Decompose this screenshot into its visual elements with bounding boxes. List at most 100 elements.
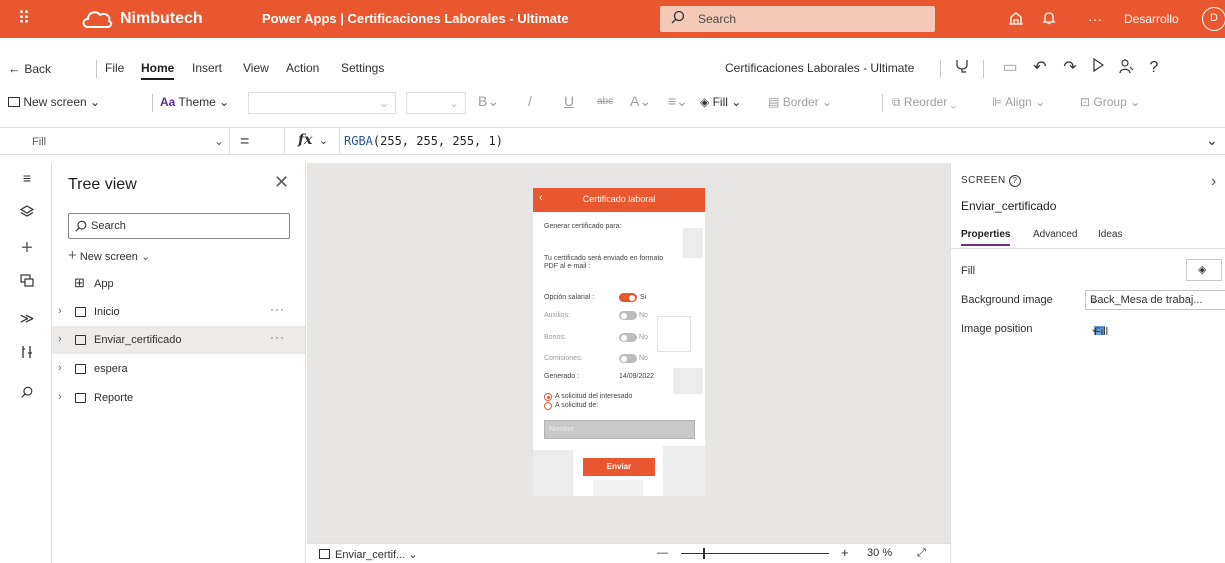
comments-icon[interactable]: ▭ <box>1000 58 1020 78</box>
redo-icon[interactable]: ↷ <box>1060 58 1080 78</box>
zoom-out-button[interactable]: — <box>657 547 668 559</box>
tree-view-layers-icon[interactable] <box>18 205 36 223</box>
comisiones-toggle[interactable] <box>619 354 637 363</box>
close-icon[interactable]: ✕ <box>274 172 289 193</box>
control-name[interactable]: Enviar_certificado <box>961 199 1056 213</box>
text-align-icon[interactable]: ≡⌄ <box>668 93 688 110</box>
chevron-down-icon: ⌄ <box>731 95 742 109</box>
image-position-dropdown[interactable]: Fill ⌄ <box>1085 319 1225 339</box>
reorder-label: Reorder <box>903 95 948 109</box>
screen-preview[interactable]: ‹ Certificado laboral Generar certificad… <box>533 188 705 496</box>
global-search-input[interactable]: Search <box>660 6 935 32</box>
undo-icon[interactable]: ↶ <box>1030 58 1050 78</box>
underline-icon[interactable]: U <box>564 93 574 109</box>
search-icon[interactable] <box>18 385 36 403</box>
nombre-input[interactable]: Nombre <box>544 420 695 439</box>
tab-properties[interactable]: Properties <box>961 229 1011 246</box>
menu-view[interactable]: View <box>243 61 269 75</box>
align-button[interactable]: ⊫ Align ⌄ <box>992 95 1045 109</box>
font-color-icon[interactable]: A⌄ <box>630 93 651 110</box>
back-button[interactable]: ← Back <box>8 61 51 76</box>
environment-label[interactable]: Desarrollo <box>1124 12 1179 26</box>
screen-selector[interactable]: Enviar_certif... ⌄ <box>319 548 418 561</box>
advanced-tools-icon[interactable] <box>18 345 36 363</box>
share-user-icon[interactable] <box>1116 58 1136 78</box>
enviar-button[interactable]: Enviar <box>583 458 655 476</box>
nombre-placeholder: Nombre <box>549 426 574 433</box>
new-screen-button[interactable]: New screen ⌄ <box>8 95 100 109</box>
reorder-button[interactable]: ⧉ Reorder ⌄ <box>892 95 956 110</box>
tree-new-screen-button[interactable]: + New screen ⌄ <box>68 247 150 264</box>
strikethrough-icon[interactable]: abc <box>597 96 613 107</box>
chevron-right-icon[interactable]: › <box>1211 173 1216 191</box>
expand-formula-icon[interactable]: ⌄ <box>1206 132 1218 149</box>
more-options-icon[interactable]: ··· <box>1086 10 1104 28</box>
radio-interesado[interactable] <box>544 393 552 401</box>
bonos-toggle[interactable] <box>619 333 637 342</box>
design-canvas[interactable]: ‹ Certificado laboral Generar certificad… <box>307 163 950 543</box>
font-size-dropdown[interactable]: ⌄ <box>406 92 466 114</box>
bonos-toggle-value: No <box>639 334 648 341</box>
hamburger-menu-icon[interactable]: ≡ <box>18 169 36 187</box>
salary-toggle[interactable] <box>619 293 637 302</box>
tab-ideas[interactable]: Ideas <box>1098 229 1122 240</box>
data-sources-icon[interactable] <box>18 273 36 291</box>
tree-item-enviar-certificado[interactable]: › Enviar_certificado ··· <box>52 326 305 354</box>
tree-search-input[interactable]: Search <box>68 213 290 239</box>
bold-icon[interactable]: B⌄ <box>478 93 499 110</box>
app-checker-icon[interactable] <box>952 58 972 78</box>
zoom-in-button[interactable]: + <box>841 545 849 560</box>
auxilios-toggle[interactable] <box>619 311 637 320</box>
tree-item-app[interactable]: ⊞ App <box>52 270 305 298</box>
radio-interesado-label: A solicitud del interesado <box>555 393 633 400</box>
left-rail: ≡ + ≫ <box>0 163 52 563</box>
background-image-dropdown[interactable]: Back_Mesa de trabaj... ⌄ <box>1085 290 1225 310</box>
tree-item-espera[interactable]: › espera <box>52 355 305 383</box>
property-dropdown[interactable]: Fill ⌄ <box>0 128 230 155</box>
chevron-down-icon: ⌄ <box>1090 294 1100 306</box>
menu-home[interactable]: Home <box>141 61 175 80</box>
fill-button[interactable]: ◈ Fill ⌄ <box>700 95 741 109</box>
more-options-icon[interactable]: ··· <box>270 330 285 344</box>
notifications-icon[interactable] <box>1040 10 1058 28</box>
chevron-down-icon: ⌄ <box>448 96 459 110</box>
tab-advanced[interactable]: Advanced <box>1033 229 1077 240</box>
font-family-dropdown[interactable]: ⌄ <box>248 92 396 114</box>
theme-button[interactable]: Aa Theme ⌄ <box>160 95 229 109</box>
chevron-right-icon[interactable]: › <box>58 305 62 317</box>
insert-plus-icon[interactable]: + <box>18 238 36 258</box>
user-avatar[interactable]: D <box>1202 7 1225 31</box>
chevron-right-icon[interactable]: › <box>58 391 62 403</box>
more-options-icon[interactable]: ··· <box>270 302 285 316</box>
top-bar: ⠿ Nimbutech Power Apps | Certificaciones… <box>0 0 1225 38</box>
help-icon[interactable]: ? <box>1144 58 1164 78</box>
formula-input[interactable]: RGBA(255, 255, 255, 1) <box>344 134 503 148</box>
app-launcher-icon[interactable]: ⠿ <box>14 9 34 29</box>
menu-settings[interactable]: Settings <box>341 61 384 75</box>
group-button[interactable]: ⊡ Group ⌄ <box>1080 95 1140 109</box>
tree-item-inicio[interactable]: › Inicio ··· <box>52 298 305 326</box>
tree-item-label: Inicio <box>94 306 120 318</box>
border-button[interactable]: ▤ Border ⌄ <box>768 95 832 109</box>
function-button[interactable]: fx ⌄ <box>284 128 340 155</box>
chevron-right-icon[interactable]: › <box>58 362 62 374</box>
menu-action[interactable]: Action <box>286 61 319 75</box>
menu-file[interactable]: File <box>105 61 124 75</box>
italic-icon[interactable]: / <box>528 93 532 109</box>
chevron-down-icon: ⌄ <box>214 134 225 148</box>
chevron-right-icon[interactable]: › <box>58 333 62 345</box>
tree-item-reporte[interactable]: › Reporte <box>52 384 305 412</box>
power-automate-icon[interactable]: ≫ <box>18 309 36 327</box>
screen-icon <box>75 307 86 317</box>
preview-play-icon[interactable] <box>1088 57 1108 78</box>
menu-insert[interactable]: Insert <box>192 61 222 75</box>
fill-color-picker[interactable]: ◈ <box>1186 259 1222 281</box>
theme-icon: Aa <box>160 95 176 109</box>
fit-to-window-icon[interactable]: ⤢ <box>917 547 926 560</box>
radio-solicitud-de[interactable] <box>544 402 552 410</box>
help-circle-icon[interactable]: ? <box>1008 175 1021 187</box>
zoom-slider-thumb[interactable] <box>703 548 705 559</box>
zoom-unit: % <box>882 547 893 559</box>
tree-view-title: Tree view <box>68 176 137 193</box>
environment-icon[interactable] <box>1007 10 1025 28</box>
